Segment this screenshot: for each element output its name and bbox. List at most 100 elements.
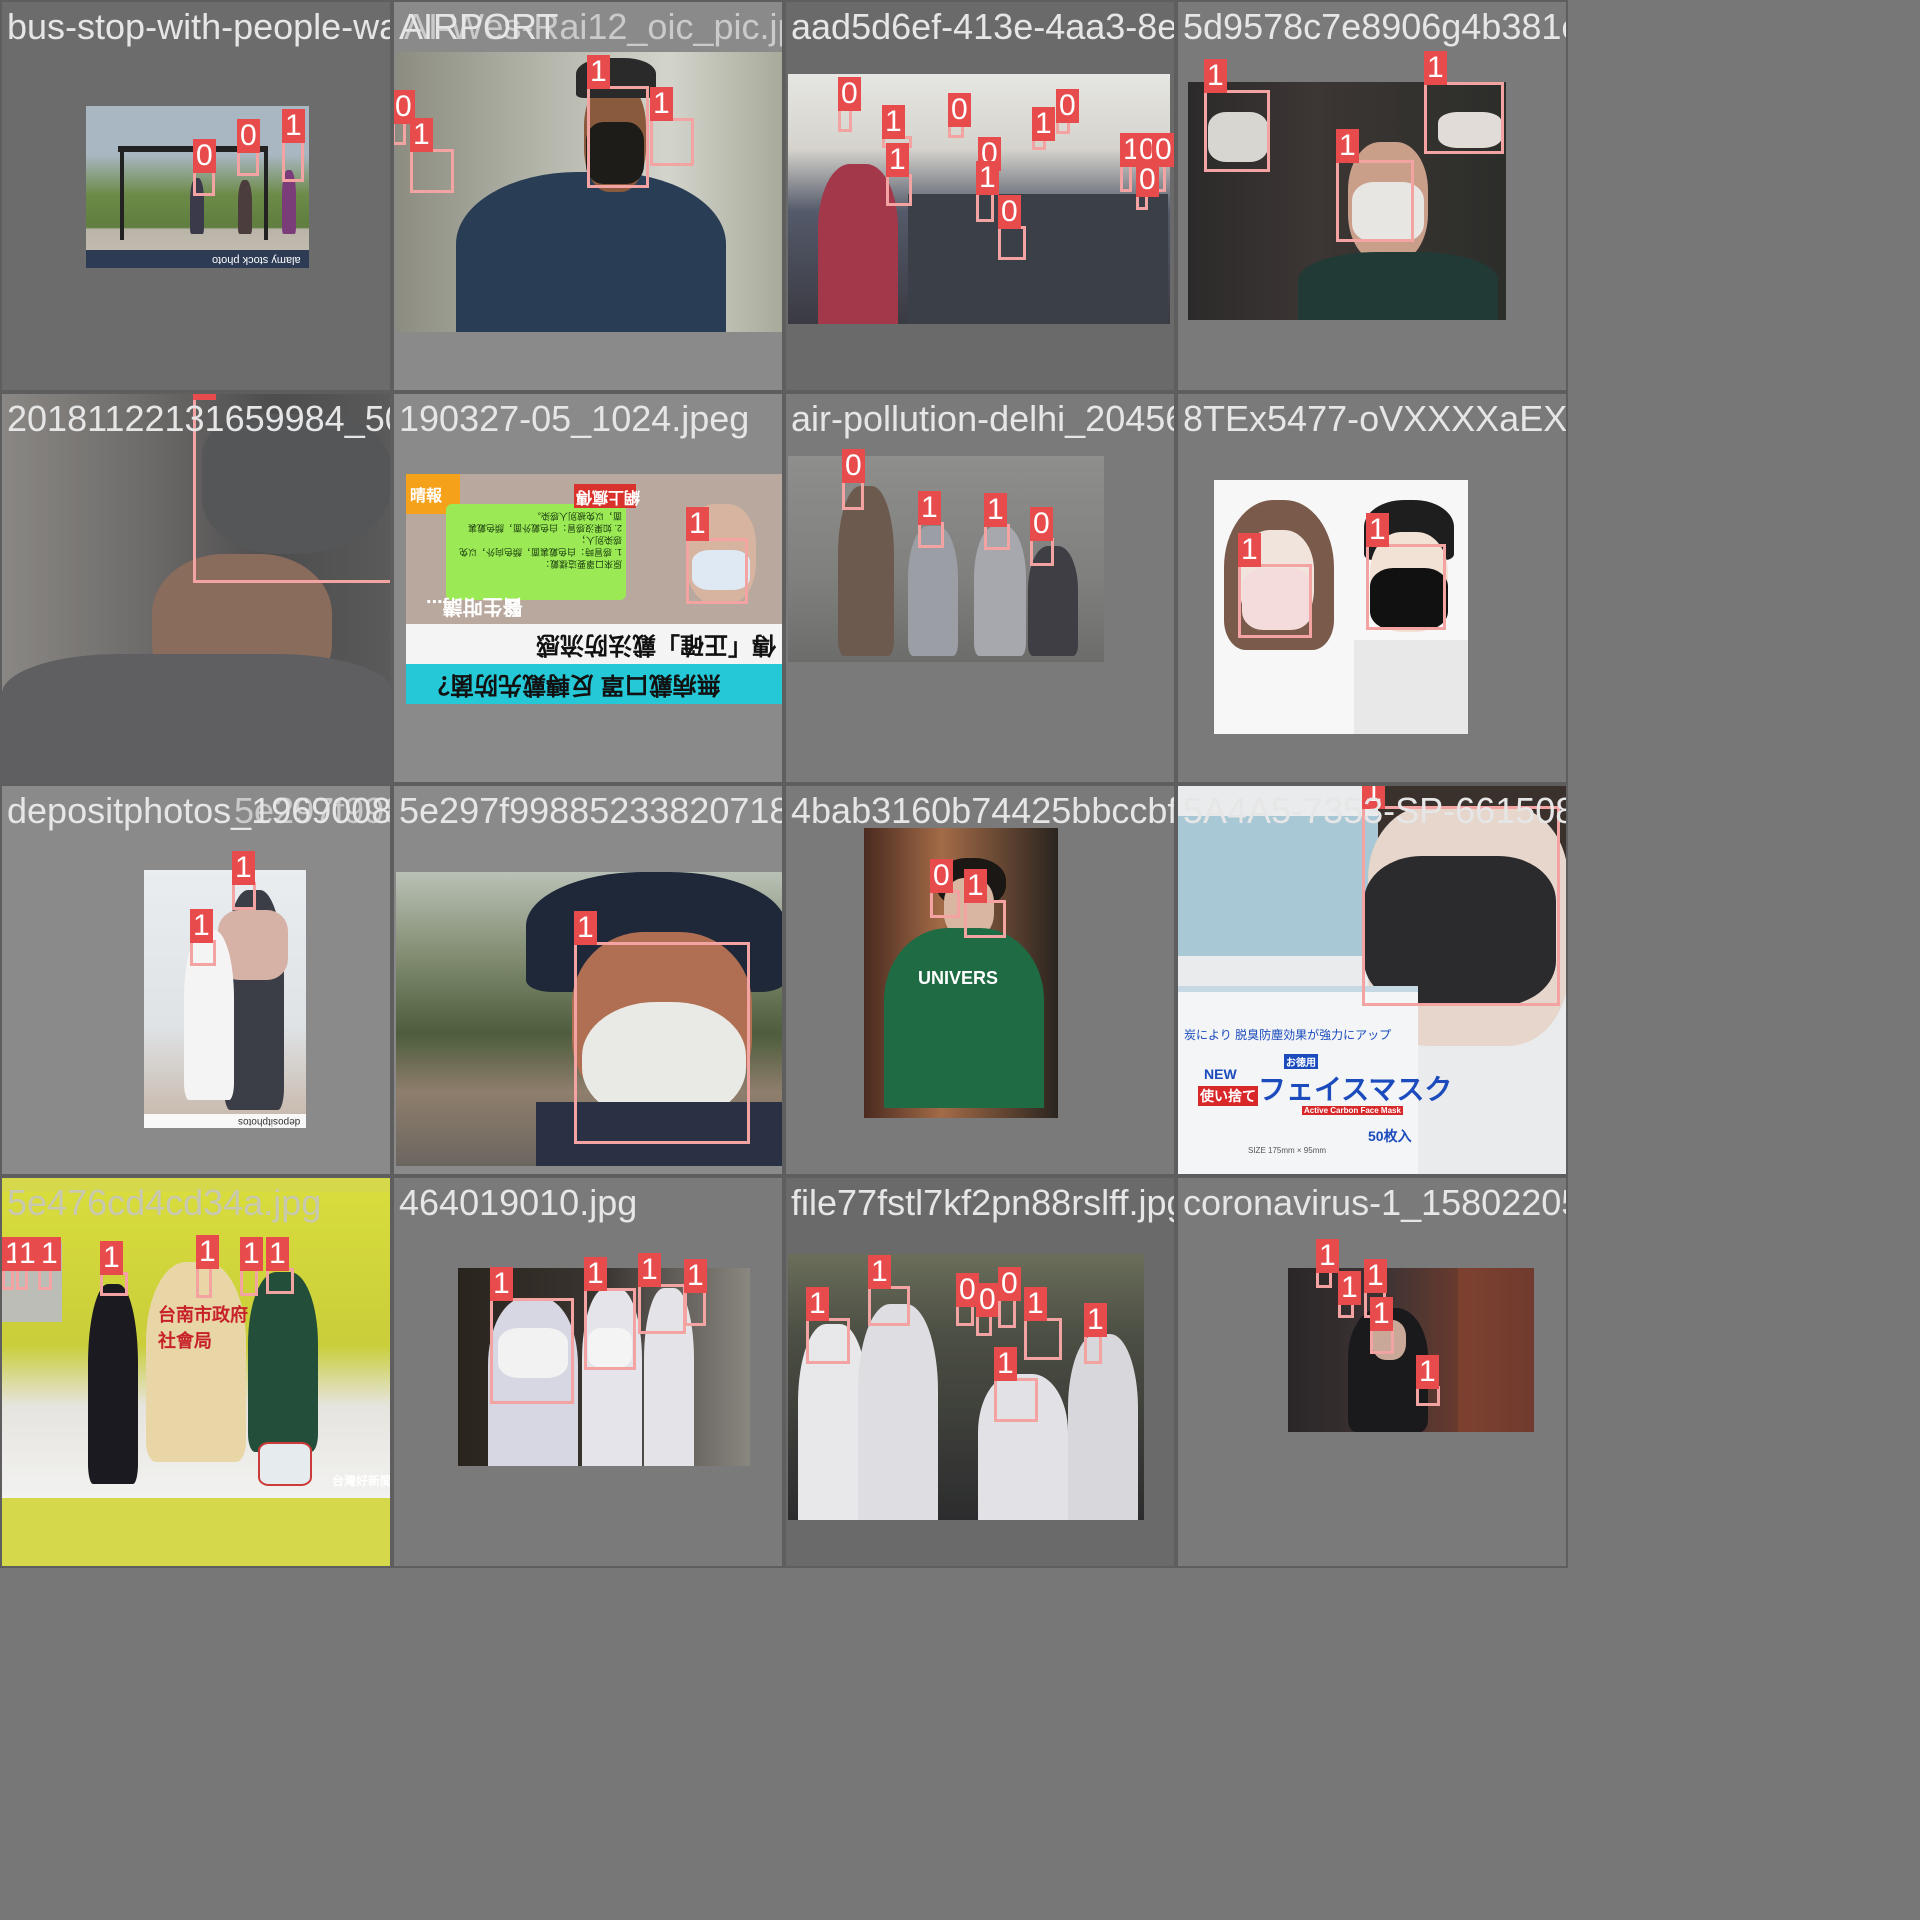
watermark: depositphotos (237, 1116, 300, 1127)
sweater (2, 654, 390, 782)
image-filename: 4bab3160b74425bbccbfb549A45-7353 (791, 790, 1176, 831)
person-backpack (456, 172, 726, 332)
vest-text: 台南市政府 社會局 (158, 1305, 248, 1351)
tile-grey-mask-closeup: 1 20181122131659984_500.jpg (0, 392, 392, 784)
shirt-man (1354, 640, 1468, 734)
poster-line2: 無病戴口罩 反轉戴先防菌？ (426, 671, 721, 698)
image-filename: 5e297f99885233820718b4574.jpg (399, 790, 782, 831)
class-label: 1 (964, 869, 987, 903)
detection-box: 1 (868, 1255, 910, 1326)
image-filename: 5e476cd4cd34a.jpg (7, 1182, 322, 1223)
detection-box: 0 (998, 195, 1026, 260)
image-filename: 464019010.jpg (399, 1182, 638, 1223)
detection-box: 1 (1370, 1297, 1394, 1354)
image-filename: 20181122131659984_500.jpg (7, 398, 390, 439)
blue-masks (1178, 816, 1378, 956)
tile-delhi-smog: 0 1 1 0 air-pollution-delhi_2045672_ (784, 392, 1176, 784)
photo-green-sweater: UNIVERS (864, 828, 1058, 1118)
class-label: 0 (976, 1283, 999, 1317)
class-label: 1 (1338, 1271, 1361, 1305)
class-label: 0 (930, 859, 953, 893)
detection-box: 1 (232, 851, 256, 910)
class-label: 1 (587, 55, 610, 89)
class-label: 1 (38, 1237, 61, 1271)
image-filename: coronavirus-1_1580220542. (1183, 1182, 1566, 1223)
tile-boys-masks: 1 1 1 1 464019010.jpg (392, 1176, 784, 1568)
detection-box: 1 (574, 911, 750, 1144)
detection-box: 1 (638, 1253, 686, 1334)
detection-box: 1 (2, 1237, 25, 1290)
class-label: 0 (1056, 89, 1079, 123)
detection-box: 0 (948, 93, 971, 138)
tile-airport: 0 1 1 1 AIRPORT AI-Wes-Rai12_oic_pic.jpg (392, 0, 784, 392)
detection-box: 1 (1366, 513, 1446, 630)
class-label: 1 (976, 161, 999, 195)
detection-box: 1 (1338, 1271, 1361, 1318)
callout-text: 原來口罩要這樣戴： 1. 感冒時：白色戴裏面，顏色向外，以免感染別人； 2. 如… (458, 511, 622, 569)
person-saree (838, 486, 894, 656)
class-label: 0 (838, 77, 861, 111)
image-filename: air-pollution-delhi_2045672_ (791, 398, 1174, 439)
detection-box: 1 (1424, 51, 1504, 154)
poster-badge: 晴報 (410, 488, 443, 505)
class-label: 1 (240, 1237, 263, 1271)
image-filename-overlap: AI-Wes-Rai12_oic_pic.jpg (404, 6, 784, 47)
detection-box: 1 (984, 493, 1010, 550)
class-label: 1 (584, 1257, 607, 1291)
package-count: 50枚入 (1368, 1128, 1412, 1144)
detection-box: 1 (1084, 1303, 1107, 1364)
tile-coronavirus: 1 1 1 1 1 coronavirus-1_1580220542. (1176, 1176, 1568, 1568)
class-label: 0 (193, 139, 216, 173)
image-filename: 8TEx5477-oVXXXXaEXVXXq (1183, 398, 1568, 439)
class-label: 1 (100, 1241, 123, 1275)
detection-box: 1 (190, 909, 216, 966)
detection-box: 1 (266, 1237, 294, 1294)
class-label: 1 (1370, 1297, 1393, 1331)
detection-box: 0 (1136, 163, 1159, 210)
image-filename: bus-stop-with-people-waiting (7, 6, 390, 47)
sweater (884, 928, 1044, 1108)
class-label: 1 (196, 1235, 219, 1269)
detection-box: 0 (930, 859, 960, 918)
class-label: 1 (1416, 1355, 1439, 1389)
detection-box: 1 (650, 87, 694, 166)
class-label: 1 (410, 118, 433, 152)
class-label: 1 (490, 1267, 513, 1301)
person-dark (88, 1284, 138, 1484)
detection-box: 0 (838, 77, 861, 132)
class-label: 1 (1424, 51, 1447, 85)
class-label: 1 (16, 1237, 39, 1271)
class-label: 1 (684, 1259, 707, 1293)
image-filename: 190327-05_1024.jpeg (399, 398, 750, 439)
tile-bus-stop: alamy stock photo 0 0 1 bus-stop-with-pe… (0, 0, 392, 392)
class-label: 1 (1204, 59, 1227, 93)
detection-box: 1 (587, 55, 649, 188)
poster-headline: 網上瘋傳 (576, 488, 641, 505)
mosaic-grid: alamy stock photo 0 0 1 bus-stop-with-pe… (0, 0, 1920, 1920)
detection-box: 1 (16, 1237, 39, 1290)
class-label: 1 (918, 491, 941, 525)
shelter-post (120, 150, 124, 240)
package-sub: 使い捨て (1198, 1086, 1258, 1106)
detection-box: 0 (842, 449, 865, 510)
image-filename-overlap: 5e297f99885233820718b4574.jpg (234, 790, 390, 831)
watermark: alamy stock photo (212, 254, 301, 266)
class-label: 1 (1366, 513, 1389, 547)
tile-couple-masks: 1 1 8TEx5477-oVXXXXaEXVXXq (1176, 392, 1568, 784)
news-logo: 台灣好新聞 (332, 1474, 392, 1488)
class-label: 1 (1316, 1239, 1339, 1273)
class-label: 1 (574, 911, 597, 945)
package-title: フェイスマスク (1258, 1074, 1453, 1105)
detection-box: 0 (237, 119, 260, 176)
class-label: 1 (190, 909, 213, 943)
image-filename: 5A4A5-7353-SP-6615089. (1183, 790, 1568, 831)
class-label: 1 (1336, 129, 1359, 163)
person (238, 180, 252, 234)
sweater-print: UNIVERS (918, 968, 999, 988)
detection-box: 1 (100, 1241, 128, 1296)
detection-box: 1 (686, 507, 748, 604)
detection-box: 1 (994, 1347, 1038, 1422)
class-label: 1 (886, 143, 909, 177)
detection-box: 1 (410, 118, 454, 193)
detection-box: 1 (1120, 133, 1143, 192)
